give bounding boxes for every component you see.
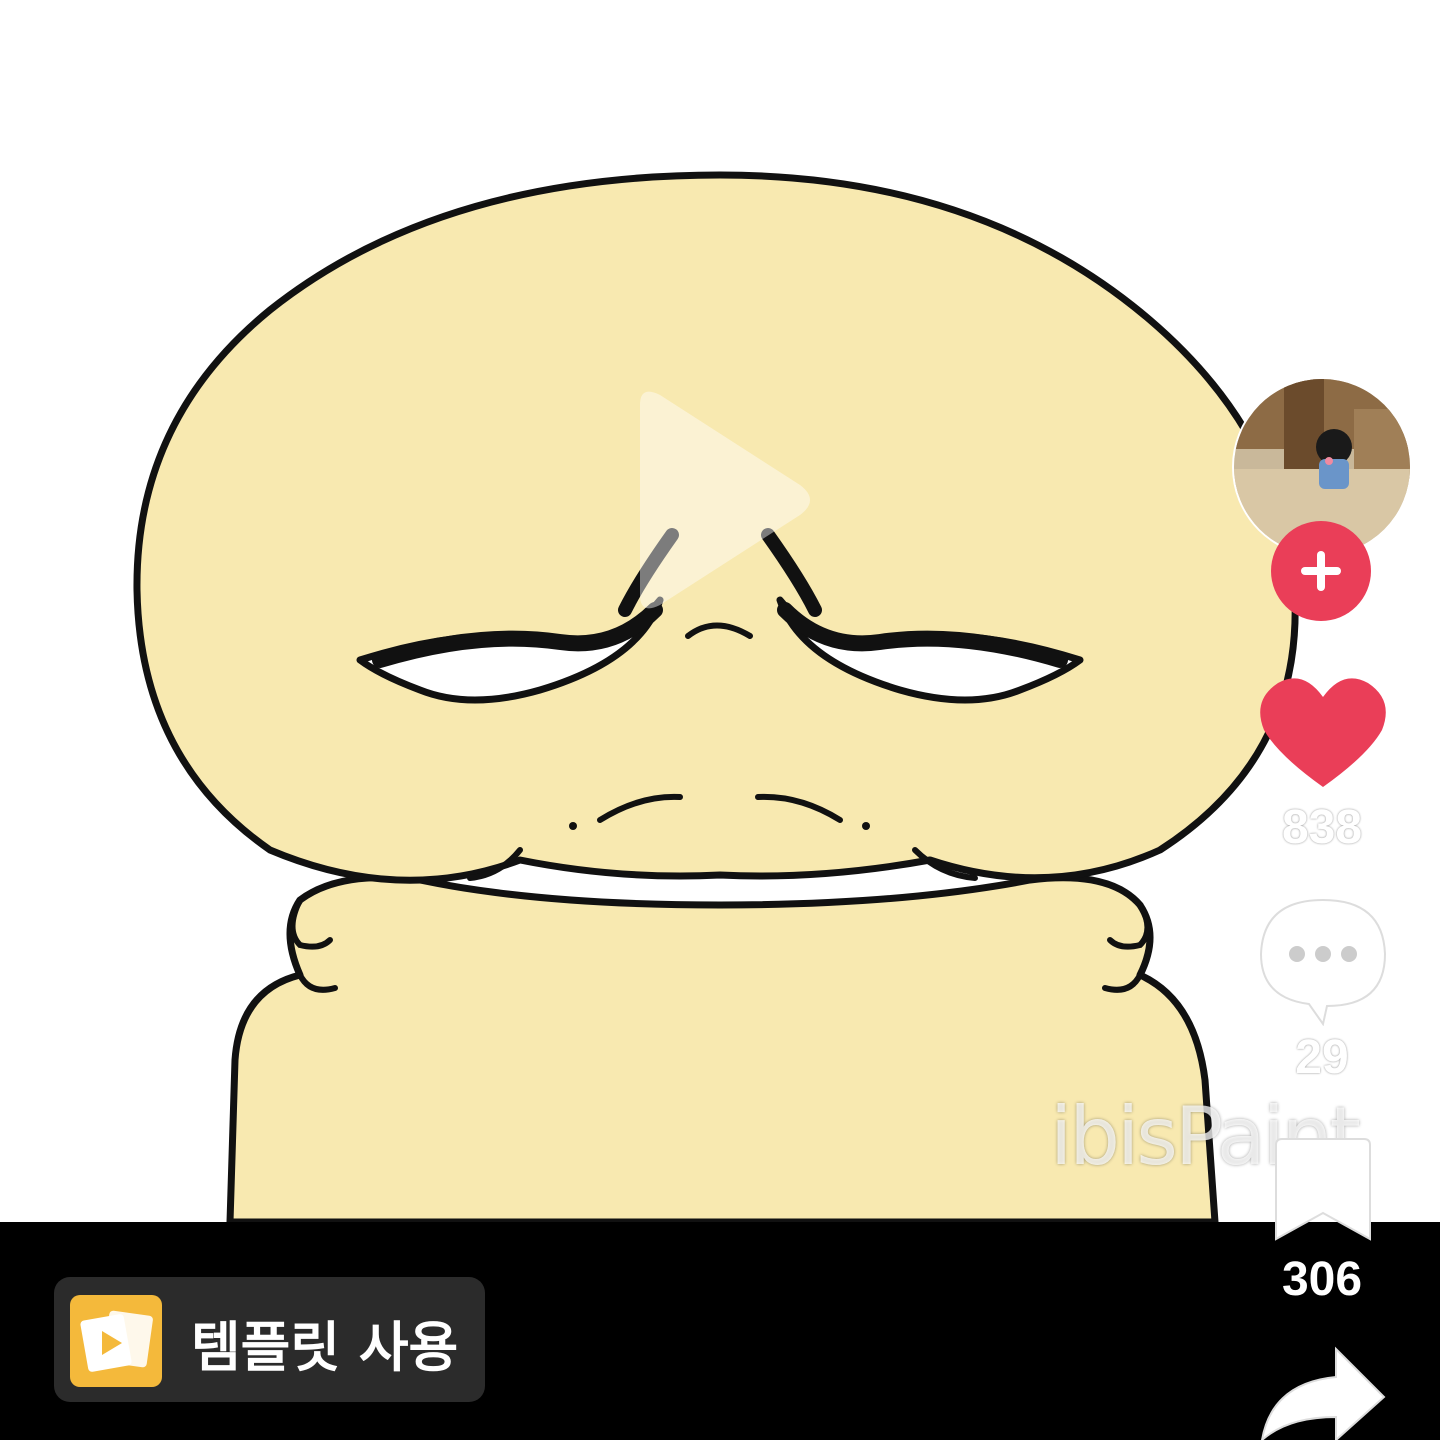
- follow-button[interactable]: [1271, 521, 1371, 621]
- play-icon[interactable]: [620, 385, 820, 615]
- template-app-icon: [70, 1295, 162, 1387]
- like-count: 838: [1281, 801, 1363, 854]
- heart-icon[interactable]: [1258, 675, 1388, 790]
- share-icon[interactable]: [1258, 1345, 1388, 1440]
- video-player[interactable]: ibisPaint: [0, 0, 1440, 1222]
- comment-count: 29: [1295, 1031, 1349, 1084]
- use-template-button[interactable]: 템플릿 사용: [54, 1277, 485, 1402]
- bookmark-count: 306: [1281, 1253, 1363, 1306]
- plus-icon: [1301, 551, 1341, 591]
- use-template-label: 템플릿 사용: [191, 1316, 459, 1379]
- comment-icon[interactable]: [1257, 896, 1389, 1026]
- bookmark-icon[interactable]: [1274, 1135, 1372, 1245]
